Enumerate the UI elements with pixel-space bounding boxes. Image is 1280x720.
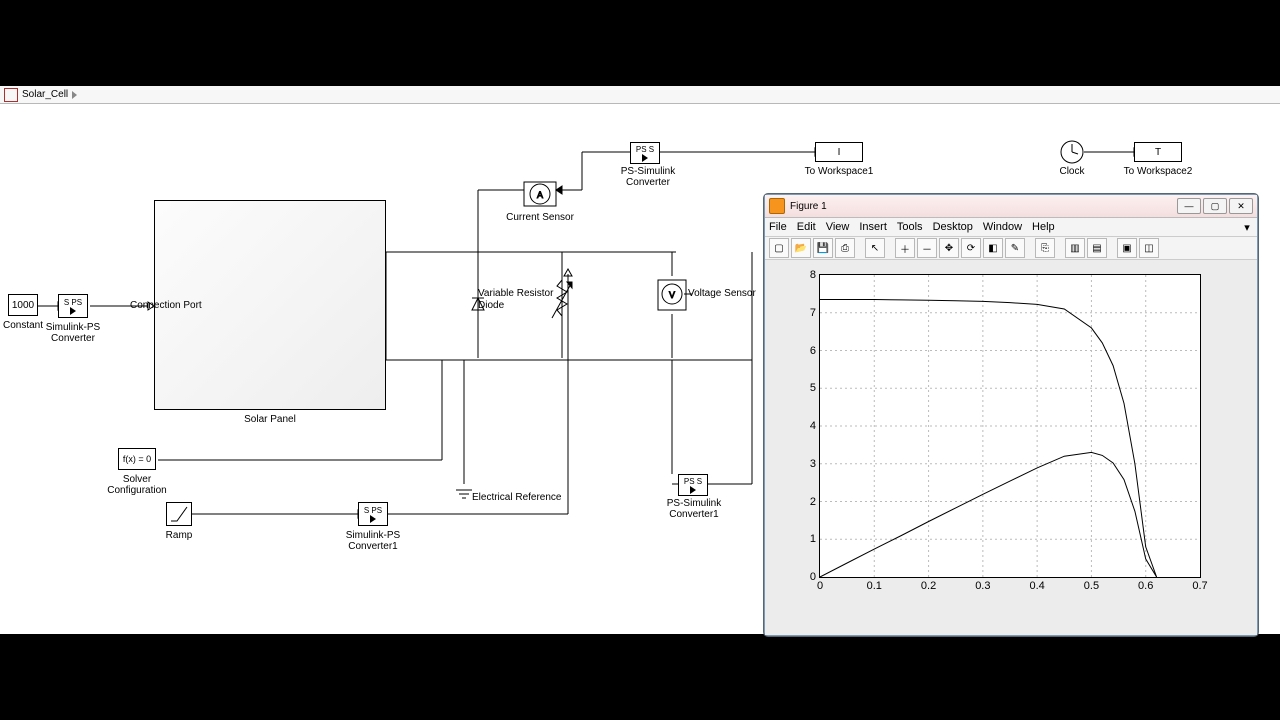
xtick: 0.4 [1022,577,1052,592]
arrow-right-icon [690,486,696,494]
menu-desktop[interactable]: Desktop [933,221,973,233]
menu-tools[interactable]: Tools [897,221,923,233]
new-figure-icon[interactable]: ▢ [769,238,789,258]
svg-text:A: A [537,190,543,200]
svg-text:V: V [669,290,675,300]
rotate-icon[interactable]: ⟳ [961,238,981,258]
xtick: 0.5 [1076,577,1106,592]
pss-converter1-block[interactable]: PS S [678,474,708,496]
menu-view[interactable]: View [826,221,850,233]
to-workspace2-block[interactable]: T [1134,142,1182,162]
figure-window[interactable]: Figure 1 — ▢ ✕ File Edit View Insert Too… [764,194,1258,636]
xtick: 0.7 [1185,577,1215,592]
maximize-button[interactable]: ▢ [1203,198,1227,214]
pss-converter1-label: PS-Simulink Converter1 [634,498,754,520]
pss-converter-label: PS-Simulink Converter [588,166,708,188]
figure-plotarea: 01234567800.10.20.30.40.50.60.7 [765,260,1257,635]
menu-insert[interactable]: Insert [859,221,887,233]
axes[interactable]: 01234567800.10.20.30.40.50.60.7 [819,274,1201,578]
xtick: 0.2 [914,577,944,592]
colorbar-icon[interactable]: ▥ [1065,238,1085,258]
solar-panel-label: Solar Panel [210,414,330,425]
pointer-icon[interactable]: ↖ [865,238,885,258]
ytick: 7 [796,307,820,319]
variable-resistor-label: Variable Resistor [478,288,568,299]
toWS1-var: I [838,147,841,158]
connection-port-label: Connection Port [130,300,210,311]
voltage-sensor-label: Voltage Sensor [688,288,758,299]
figure-titlebar[interactable]: Figure 1 — ▢ ✕ [765,195,1257,218]
open-icon[interactable]: 📂 [791,238,811,258]
ytick: 8 [796,269,820,281]
ytick: 1 [796,533,820,545]
dock-icon[interactable]: ▣ [1117,238,1137,258]
zoom-out-icon[interactable]: － [917,238,937,258]
brush-icon[interactable]: ✎ [1005,238,1025,258]
grid [820,275,1200,577]
to-workspace1-block[interactable]: I [815,142,863,162]
toWS2-var: T [1155,147,1161,158]
menu-edit[interactable]: Edit [797,221,816,233]
minimize-button[interactable]: — [1177,198,1201,214]
breadcrumb-root[interactable]: Solar_Cell [22,89,68,100]
arrow-right-icon [642,154,648,162]
legend-icon[interactable]: ▤ [1087,238,1107,258]
close-button[interactable]: ✕ [1229,198,1253,214]
ytick: 5 [796,382,820,394]
constant-block[interactable]: 1000 [8,294,38,316]
ytick: 4 [796,420,820,432]
sps-converter-block[interactable]: S PS [58,294,88,318]
link-icon[interactable]: ⎘ [1035,238,1055,258]
diode-label: Diode [478,300,538,311]
sps-converter1-block[interactable]: S PS [358,502,388,526]
to-workspace2-label: To Workspace2 [1098,166,1218,177]
electrical-reference-label: Electrical Reference [472,492,582,503]
xtick: 0.3 [968,577,998,592]
save-icon[interactable]: 💾 [813,238,833,258]
ytick: 3 [796,458,820,470]
figure-toolbar[interactable]: ▢ 📂 💾 ⎙ ↖ ＋ － ✥ ⟳ ◧ ✎ ⎘ ▥ ▤ ▣ ◫ [765,237,1257,260]
matlab-icon [769,198,785,214]
xtick: 0.6 [1131,577,1161,592]
sps-converter1-label: Simulink-PS Converter1 [313,530,433,552]
ytick: 2 [796,496,820,508]
menu-help[interactable]: Help [1032,221,1055,233]
undock-icon[interactable]: ◫ [1139,238,1159,258]
sps-converter-label: Simulink-PS Converter [13,322,133,344]
current-sensor-label: Current Sensor [480,212,600,223]
pss-converter-block[interactable]: PS S [630,142,660,164]
arrow-right-icon [70,307,76,315]
menu-window[interactable]: Window [983,221,1022,233]
solver-config-block[interactable]: f(x) = 0 [118,448,156,470]
model-icon [4,88,18,102]
chevron-right-icon [72,91,77,99]
curves [820,300,1157,578]
simulink-canvas: A V 1000 Constant S PS [0,104,1280,634]
ramp-label: Ramp [119,530,239,541]
zoom-in-icon[interactable]: ＋ [895,238,915,258]
constant-value: 1000 [12,300,34,311]
ramp-block[interactable] [166,502,192,526]
sps-label-top: S PS [64,298,82,307]
to-workspace1-label: To Workspace1 [779,166,899,177]
print-icon[interactable]: ⎙ [835,238,855,258]
menu-overflow-icon[interactable]: ▾ [1241,221,1253,234]
pss1-label-top: PS S [684,477,702,486]
pss-label-top: PS S [636,145,654,154]
xtick: 0.1 [859,577,889,592]
data-cursor-icon[interactable]: ◧ [983,238,1003,258]
pan-icon[interactable]: ✥ [939,238,959,258]
menu-file[interactable]: File [769,221,787,233]
breadcrumb[interactable]: Solar_Cell [0,86,1280,104]
figure-title: Figure 1 [790,201,1175,212]
sps1-label-top: S PS [364,506,382,515]
ytick: 6 [796,345,820,357]
arrow-right-icon [370,515,376,523]
figure-menubar[interactable]: File Edit View Insert Tools Desktop Wind… [765,218,1257,237]
solver-text: f(x) = 0 [123,454,151,464]
xtick: 0 [805,577,835,592]
solver-config-label: Solver Configuration [77,474,197,496]
